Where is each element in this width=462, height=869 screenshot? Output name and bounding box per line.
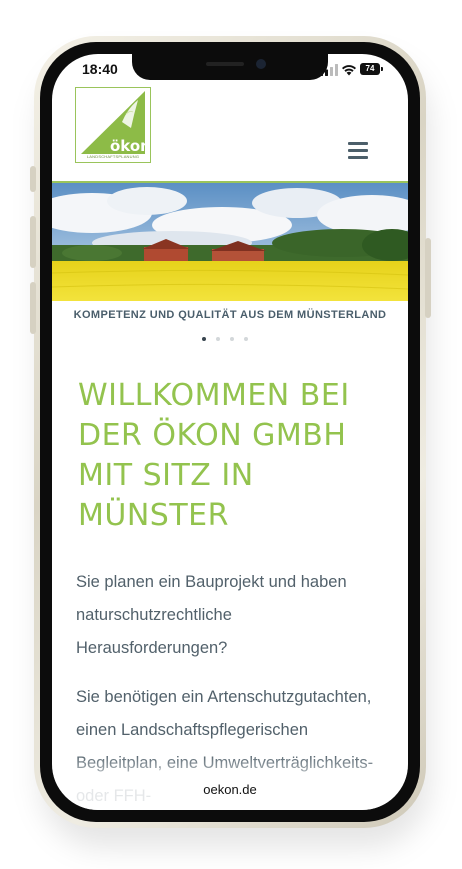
intro-paragraph: Sie planen ein Bauprojekt und haben natu… — [76, 573, 347, 657]
front-camera — [256, 59, 266, 69]
site-header: ökon LANDSCHAFTSPLANUNG — [52, 84, 408, 182]
volume-down-button — [30, 282, 36, 334]
hero-image — [52, 183, 408, 301]
phone-screen: 18:40 74 ökon LANDSCHAFTSPLANUNG KOMPETE… — [52, 54, 408, 810]
notch — [132, 54, 328, 80]
logo-wordmark: ökon — [110, 137, 150, 155]
mute-switch — [30, 166, 36, 192]
carousel-dot-4[interactable] — [244, 337, 248, 341]
carousel-dot-3[interactable] — [230, 337, 234, 341]
hero-caption: KOMPETENZ UND QUALITÄT AUS DEM MÜNSTERLA… — [73, 309, 387, 321]
carousel-dots — [202, 337, 258, 343]
browser-url-bar[interactable]: oekon.de — [156, 778, 304, 802]
battery-icon: 74 — [360, 63, 380, 75]
hamburger-menu-icon[interactable] — [348, 142, 370, 162]
status-time: 18:40 — [82, 61, 118, 77]
battery-tip — [381, 67, 383, 71]
power-button — [425, 238, 431, 318]
speaker-grille — [206, 62, 244, 66]
carousel-dot-1[interactable] — [202, 337, 206, 341]
wifi-icon — [342, 65, 356, 76]
signal-icon — [320, 64, 338, 76]
carousel-dot-2[interactable] — [216, 337, 220, 341]
volume-up-button — [30, 216, 36, 268]
page-heading: WILLKOMMEN BEI DER ÖKON GMBH MIT SITZ IN… — [78, 378, 350, 533]
logo-subtitle: LANDSCHAFTSPLANUNG — [86, 154, 140, 159]
logo-graphic: ökon — [81, 91, 150, 155]
oekon-logo[interactable]: ökon LANDSCHAFTSPLANUNG — [75, 87, 151, 163]
